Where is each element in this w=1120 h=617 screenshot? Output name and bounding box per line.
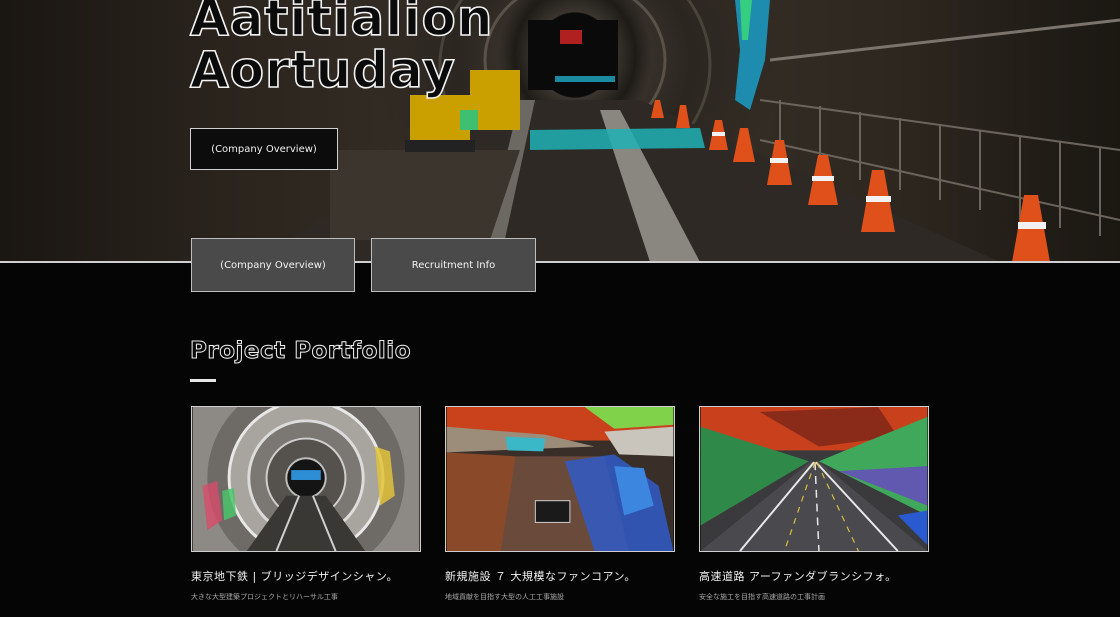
project-card-title: 新規施設 ７ 大規模なファンコアン。 <box>445 570 636 583</box>
company-overview-button[interactable]: (Company Overview) <box>190 128 338 170</box>
project-card-title: 東京地下鉄 | ブリッジデザインシャン。 <box>191 570 399 583</box>
hero-tunnel-image <box>250 0 1120 262</box>
project-card-title: 高速道路 アーファンダブランシフォ。 <box>699 570 897 583</box>
project-thumbnail-construction-site[interactable] <box>445 406 675 552</box>
hero-title: Aatitialion Aortuday <box>189 0 494 99</box>
project-thumbnail-subway-tunnel[interactable] <box>191 406 421 552</box>
hero-divider <box>0 261 1120 263</box>
project-card[interactable]: 新規施設 ７ 大規模なファンコアン。 地域貢献を目指す大型の人工工事施設 <box>445 406 675 602</box>
project-thumbnail-highway[interactable] <box>699 406 929 552</box>
tab-company-overview[interactable]: (Company Overview) <box>191 238 355 292</box>
project-card[interactable]: 東京地下鉄 | ブリッジデザインシャン。 大きな大型建築プロジェクトとリハーサル… <box>191 406 421 602</box>
project-card-description: 地域貢献を目指す大型の人工工事施設 <box>445 593 564 601</box>
project-card[interactable]: 高速道路 アーファンダブランシフォ。 安全な施工を目指す高速道路の工事計画 <box>699 406 929 602</box>
project-card-description: 安全な施工を目指す高速道路の工事計画 <box>699 593 825 601</box>
tab-recruitment-info[interactable]: Recruitment Info <box>371 238 536 292</box>
portfolio-section-title: Project Portfolio <box>190 338 412 365</box>
section-underline <box>190 379 216 382</box>
hero-title-line-1: Aatitialion <box>189 0 494 47</box>
hero-title-line-2: Aortuday <box>189 41 456 99</box>
project-card-description: 大きな大型建築プロジェクトとリハーサル工事 <box>191 593 338 601</box>
hero-banner: Aatitialion Aortuday (Company Overview) <box>0 0 1120 262</box>
